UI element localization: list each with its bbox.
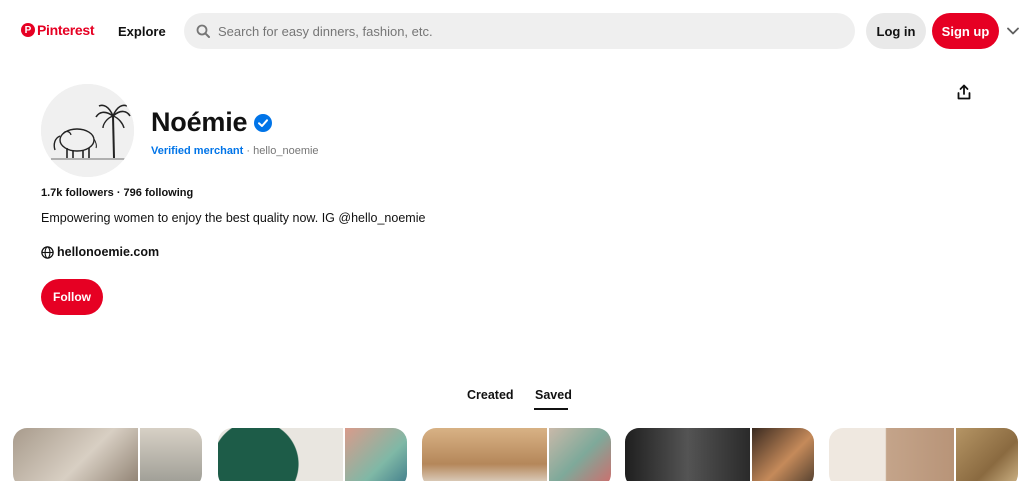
profile-name-row: Noémie: [151, 107, 273, 138]
pinterest-logo-icon: P: [21, 23, 35, 37]
follow-button[interactable]: Follow: [41, 279, 103, 315]
search-input[interactable]: [218, 23, 818, 39]
followers-count[interactable]: 1.7k followers: [41, 187, 114, 199]
tab-created[interactable]: Created: [467, 388, 514, 402]
profile-name: Noémie: [151, 107, 248, 137]
stats-separator: ·: [113, 187, 124, 199]
signup-button[interactable]: Sign up: [932, 13, 999, 49]
meta-separator: ·: [243, 145, 254, 157]
following-count[interactable]: 796 following: [124, 187, 194, 199]
board-card[interactable]: [625, 428, 814, 481]
share-icon[interactable]: [954, 82, 974, 102]
board-side-image: [345, 428, 407, 481]
top-nav: P Pinterest Explore Log in Sign up: [0, 0, 1024, 62]
globe-icon: [41, 245, 54, 259]
website-text: hellonoemie.com: [57, 245, 160, 259]
board-side-image: [752, 428, 814, 481]
search-icon: [196, 24, 210, 38]
login-button[interactable]: Log in: [866, 13, 926, 49]
profile-tabs: Created Saved: [0, 388, 1024, 412]
board-side-image: [956, 428, 1018, 481]
active-tab-indicator: [534, 408, 568, 410]
pinterest-logo[interactable]: P Pinterest: [21, 22, 95, 38]
verified-merchant-label[interactable]: Verified merchant: [151, 145, 243, 157]
website-link[interactable]: hellonoemie.com: [41, 245, 159, 259]
profile-bio: Empowering women to enjoy the best quali…: [41, 211, 426, 225]
avatar: [41, 84, 134, 177]
board-card[interactable]: [422, 428, 611, 481]
board-cover-image: [829, 428, 954, 481]
logo-text: Pinterest: [37, 22, 95, 38]
board-cover-image: [13, 428, 138, 481]
avatar-image: [41, 84, 134, 177]
chevron-down-icon[interactable]: [1006, 24, 1020, 38]
board-card[interactable]: [218, 428, 407, 481]
board-card[interactable]: [829, 428, 1018, 481]
search-bar[interactable]: [184, 13, 855, 49]
board-side-image: [549, 428, 611, 481]
board-card[interactable]: [13, 428, 202, 481]
tab-saved[interactable]: Saved: [535, 388, 572, 402]
board-cover-image: [218, 428, 343, 481]
profile-meta: Verified merchant · hello_noemie: [151, 145, 319, 157]
verified-badge-icon: [254, 113, 273, 132]
board-cover-image: [422, 428, 547, 481]
explore-link[interactable]: Explore: [118, 24, 166, 39]
board-cover-image: [625, 428, 750, 481]
follow-stats: 1.7k followers · 796 following: [41, 187, 193, 199]
board-side-image: [140, 428, 202, 481]
username: hello_noemie: [253, 145, 319, 157]
